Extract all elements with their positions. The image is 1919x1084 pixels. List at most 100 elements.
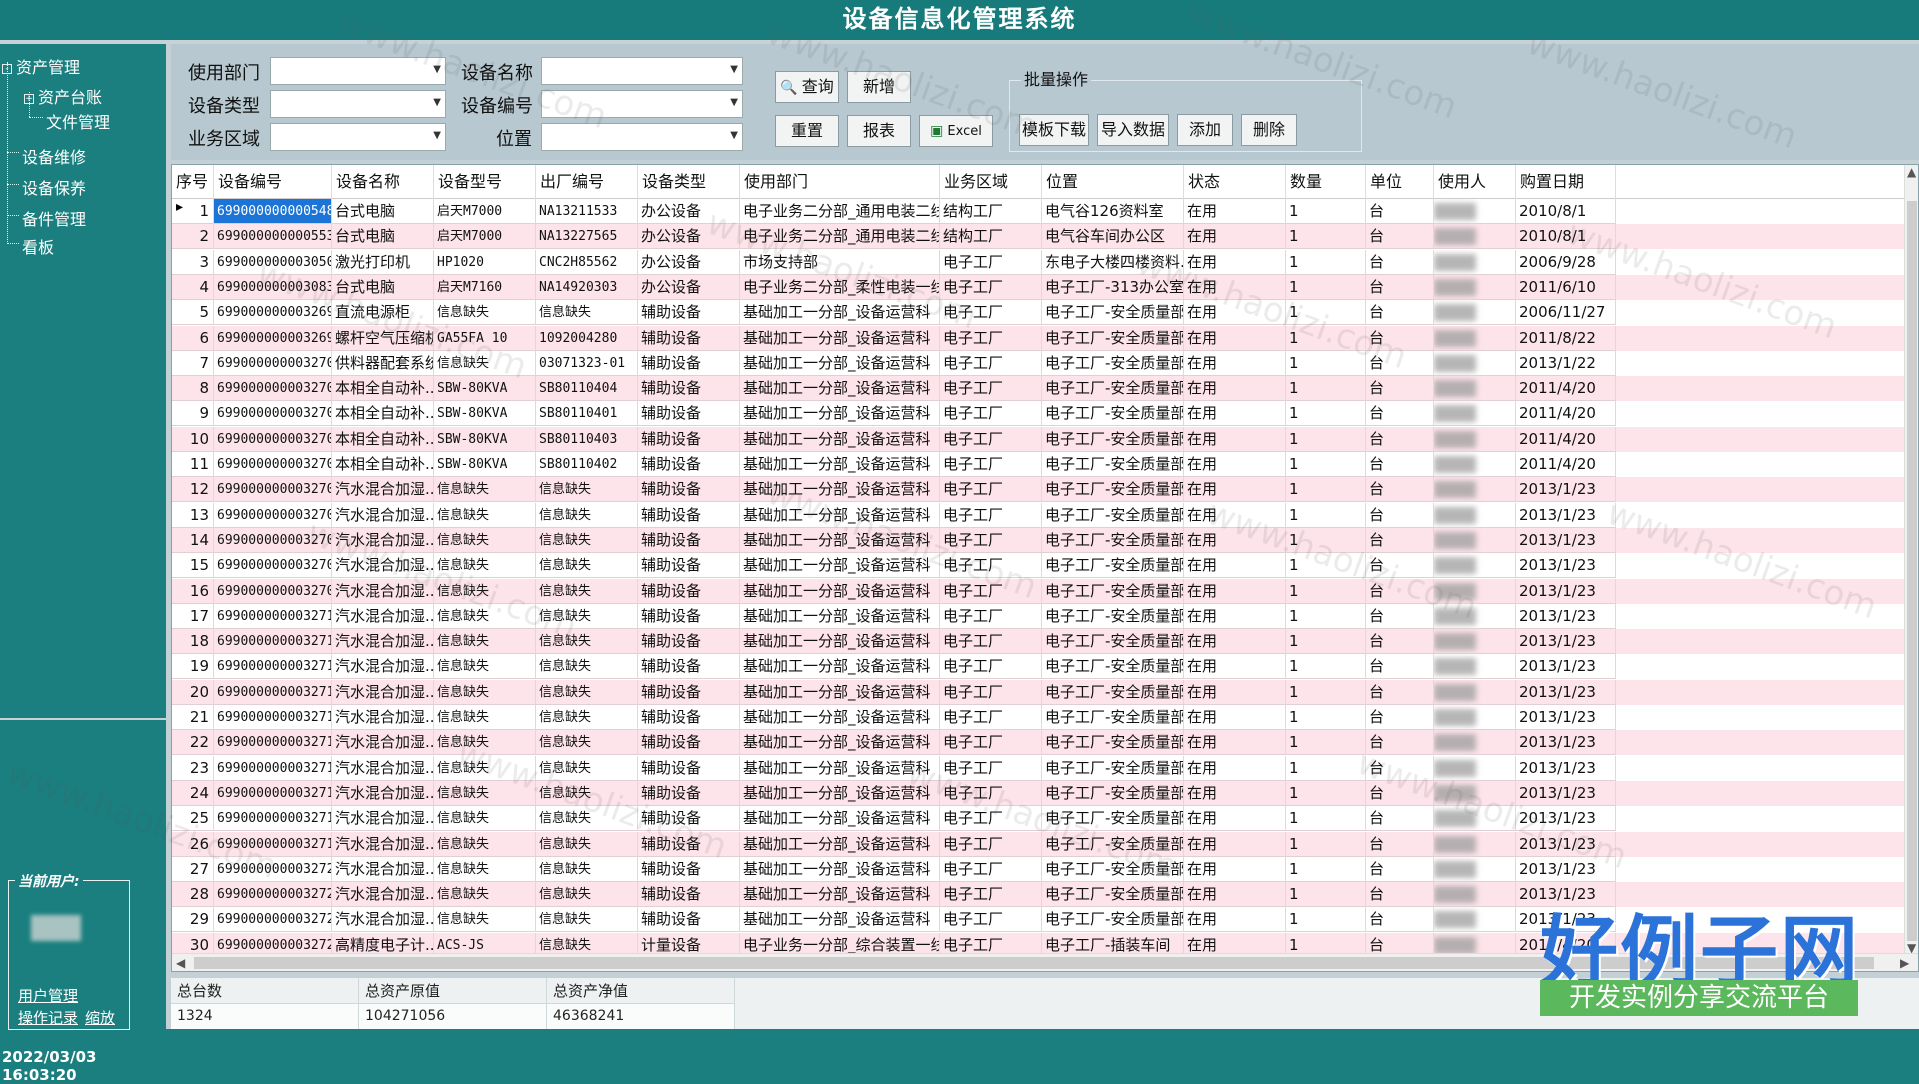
table-cell[interactable]: 辅助设备 <box>638 603 740 629</box>
table-cell[interactable]: 办公设备 <box>638 249 740 275</box>
table-cell[interactable] <box>1434 502 1516 528</box>
table-cell[interactable]: 台 <box>1366 705 1434 730</box>
table-cell[interactable]: 在用 <box>1184 780 1286 806</box>
table-cell[interactable]: 台 <box>1366 249 1434 275</box>
table-cell[interactable]: 29 <box>172 907 214 933</box>
table-cell[interactable]: 2006/9/28 <box>1516 249 1616 275</box>
table-cell[interactable]: 螺杆空气压缩机 <box>332 325 434 351</box>
table-cell[interactable]: 1 <box>1286 553 1366 579</box>
table-cell[interactable]: 在用 <box>1184 755 1286 781</box>
table-cell[interactable]: 2013/1/23 <box>1516 553 1616 579</box>
table-cell[interactable]: 汽水混合加湿... <box>332 755 434 781</box>
column-header[interactable]: 设备型号 <box>434 165 536 199</box>
table-cell[interactable]: 信息缺失 <box>434 882 536 908</box>
reset-button[interactable]: 重置 <box>775 115 839 147</box>
table-cell[interactable]: 1 <box>1286 274 1366 300</box>
table-cell[interactable]: 2013/1/23 <box>1516 502 1616 528</box>
report-button[interactable]: 报表 <box>847 115 911 147</box>
table-cell[interactable]: 2013/1/22 <box>1516 350 1616 376</box>
table-cell[interactable]: 辅助设备 <box>638 730 740 756</box>
table-cell[interactable]: 在用 <box>1184 806 1286 832</box>
table-cell[interactable]: 电子工厂 <box>940 376 1042 402</box>
location-select[interactable]: ▼ <box>541 123 743 151</box>
table-cell[interactable]: 2013/1/23 <box>1516 477 1616 503</box>
dept-select[interactable]: ▼ <box>270 57 446 85</box>
table-cell[interactable]: 辅助设备 <box>638 452 740 477</box>
table-cell[interactable]: 台 <box>1366 806 1434 832</box>
table-row[interactable]: 21 6990000000032714 汽水混合加湿... 信息缺失 信息缺失 辅助设备基… <box>172 705 1906 730</box>
table-cell[interactable]: 1 <box>1286 426 1366 452</box>
table-cell[interactable]: 24 <box>172 780 214 806</box>
column-header[interactable]: 设备类型 <box>638 165 740 199</box>
table-cell[interactable]: 台 <box>1366 274 1434 300</box>
table-cell[interactable]: NA14920303 <box>536 274 638 300</box>
table-cell[interactable]: 2011/4/20 <box>1516 426 1616 452</box>
table-cell[interactable]: 辅助设备 <box>638 654 740 680</box>
column-header[interactable]: 位置 <box>1042 165 1184 199</box>
table-cell[interactable]: 1 <box>1286 755 1366 781</box>
table-cell[interactable] <box>1434 755 1516 781</box>
table-cell[interactable]: 台 <box>1366 679 1434 705</box>
table-row[interactable]: 13 6990000000032706 汽水混合加湿... 信息缺失 信息缺失 辅助设备基… <box>172 502 1906 528</box>
table-cell[interactable]: 信息缺失 <box>434 705 536 730</box>
table-cell[interactable]: 电子工厂-安全质量部 <box>1042 477 1184 503</box>
table-cell[interactable]: 6990000000005489 <box>214 199 332 224</box>
table-cell[interactable]: 办公设备 <box>638 274 740 300</box>
table-cell[interactable]: 基础加工一分部_设备运营科 <box>740 730 940 756</box>
table-cell[interactable]: 16 <box>172 578 214 604</box>
table-cell[interactable]: 6990000000032706 <box>214 502 332 528</box>
table-cell[interactable] <box>1434 856 1516 882</box>
table-cell[interactable]: 信息缺失 <box>536 629 638 655</box>
table-row[interactable]: 24 6990000000032717 汽水混合加湿... 信息缺失 信息缺失 辅助设备基… <box>172 780 1906 806</box>
table-cell[interactable]: 直流电源柜 <box>332 300 434 326</box>
table-cell[interactable]: 辅助设备 <box>638 350 740 376</box>
table-cell[interactable]: 在用 <box>1184 730 1286 756</box>
table-row[interactable]: 17 6990000000032710 汽水混合加湿... 信息缺失 信息缺失 辅助设备基… <box>172 603 1906 629</box>
table-cell[interactable]: 电子工厂 <box>940 755 1042 781</box>
table-cell[interactable]: 在用 <box>1184 831 1286 857</box>
table-cell[interactable]: 电子工厂 <box>940 527 1042 553</box>
table-row[interactable]: 10 6990000000032703 本相全自动补... SBW-80KVA SB80… <box>172 426 1906 452</box>
table-cell[interactable]: 辅助设备 <box>638 679 740 705</box>
table-cell[interactable]: 台 <box>1366 477 1434 503</box>
table-cell[interactable]: 2013/1/23 <box>1516 527 1616 553</box>
table-cell[interactable]: 1 <box>1286 502 1366 528</box>
table-cell[interactable]: 信息缺失 <box>434 603 536 629</box>
table-row[interactable]: 7 6990000000032700 供料器配套系统 信息缺失 03071323-01 辅… <box>172 350 1906 376</box>
table-cell[interactable]: 23 <box>172 755 214 781</box>
table-cell[interactable]: 辅助设备 <box>638 578 740 604</box>
table-cell[interactable]: 基础加工一分部_设备运营科 <box>740 705 940 730</box>
table-cell[interactable] <box>1434 806 1516 832</box>
table-cell[interactable]: 12 <box>172 477 214 503</box>
user-manage-link[interactable]: 用户管理 <box>18 985 78 1006</box>
table-cell[interactable]: 6990000000032700 <box>214 350 332 376</box>
table-cell[interactable]: 2010/8/1 <box>1516 224 1616 250</box>
table-cell[interactable] <box>1434 274 1516 300</box>
table-cell[interactable]: 台 <box>1366 376 1434 402</box>
table-cell[interactable]: 辅助设备 <box>638 705 740 730</box>
table-cell[interactable]: SBW-80KVA <box>434 401 536 427</box>
table-cell[interactable]: 本相全自动补... <box>332 452 434 477</box>
column-header[interactable]: 设备名称 <box>332 165 434 199</box>
table-row[interactable]: 25 6990000000032718 汽水混合加湿... 信息缺失 信息缺失 辅助设备基… <box>172 806 1906 832</box>
table-cell[interactable]: 2011/6/10 <box>1516 274 1616 300</box>
table-cell[interactable]: 电子工厂 <box>940 730 1042 756</box>
table-cell[interactable]: 1 <box>1286 856 1366 882</box>
table-cell[interactable]: 17 <box>172 603 214 629</box>
table-cell[interactable]: 在用 <box>1184 882 1286 908</box>
table-cell[interactable]: 在用 <box>1184 350 1286 376</box>
table-cell[interactable]: 汽水混合加湿... <box>332 882 434 908</box>
table-cell[interactable]: 信息缺失 <box>536 831 638 857</box>
add-button[interactable]: 添加 <box>1177 114 1233 146</box>
table-cell[interactable]: 1 <box>1286 907 1366 933</box>
column-header[interactable]: 状态 <box>1184 165 1286 199</box>
table-cell[interactable]: 信息缺失 <box>434 780 536 806</box>
table-cell[interactable]: 2013/1/23 <box>1516 578 1616 604</box>
table-cell[interactable]: 基础加工一分部_设备运营科 <box>740 856 940 882</box>
table-cell[interactable]: 电子工厂-安全质量部 <box>1042 679 1184 705</box>
table-cell[interactable]: 本相全自动补... <box>332 401 434 427</box>
table-cell[interactable]: 信息缺失 <box>536 578 638 604</box>
table-cell[interactable]: 基础加工一分部_设备运营科 <box>740 300 940 326</box>
table-cell[interactable]: 基础加工一分部_设备运营科 <box>740 502 940 528</box>
table-cell[interactable]: 台 <box>1366 654 1434 680</box>
